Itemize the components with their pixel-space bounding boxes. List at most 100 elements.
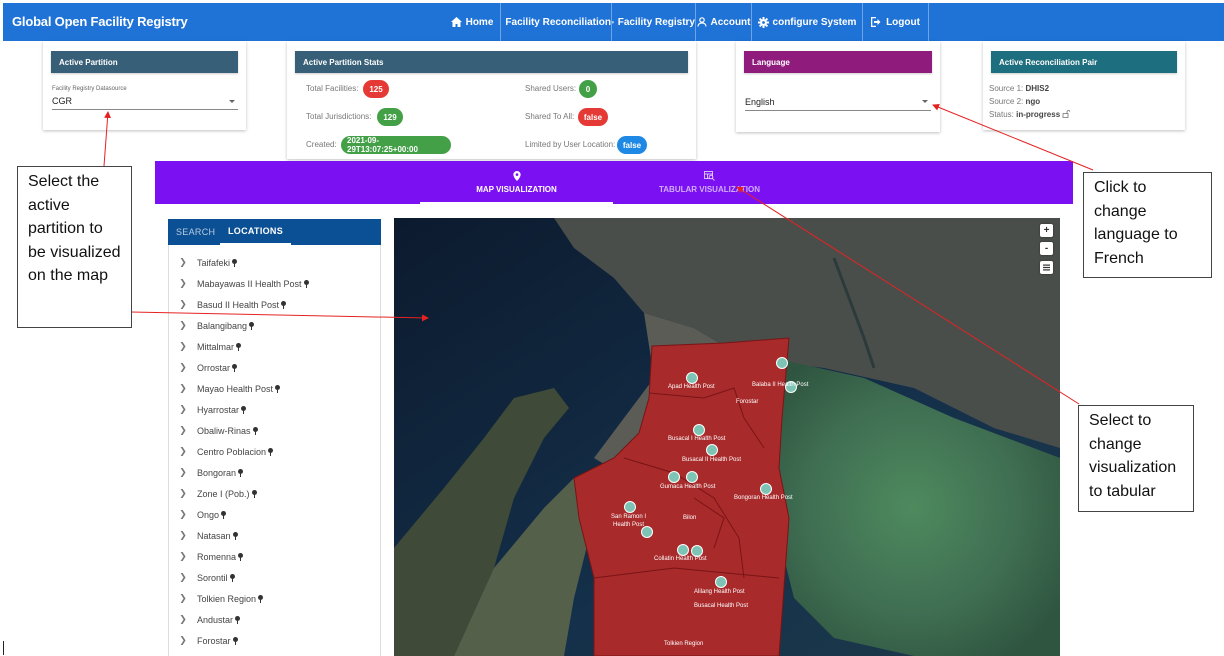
- source1-label: Source 1:: [989, 84, 1024, 93]
- chevron-right-icon[interactable]: ❯: [169, 467, 197, 478]
- nav-facility-registry-label: Facility Registry: [617, 16, 695, 28]
- language-header: Language: [744, 51, 932, 73]
- map-label: Apad Health Post: [668, 384, 715, 390]
- list-item[interactable]: ❯ Zone I (Pob.): [169, 483, 379, 504]
- callout-partition: Select the active partition to be visual…: [17, 166, 132, 328]
- chevron-right-icon[interactable]: ❯: [169, 383, 197, 394]
- source2-value: ngo: [1025, 97, 1041, 106]
- list-item[interactable]: ❯ Ongo: [169, 504, 379, 525]
- map-pin-icon: [238, 468, 244, 477]
- map-pin-icon: [232, 531, 238, 540]
- map-label: San Ramon I: [611, 514, 646, 520]
- chevron-right-icon[interactable]: ❯: [169, 614, 197, 625]
- list-item[interactable]: ❯ Balangibang: [169, 315, 379, 336]
- chevron-right-icon[interactable]: ❯: [169, 509, 197, 520]
- list-item[interactable]: ❯ Mayao Health Post: [169, 378, 379, 399]
- active-tab-indicator: [420, 202, 613, 204]
- map-pin-icon: [232, 258, 238, 267]
- chevron-right-icon[interactable]: ❯: [169, 341, 197, 352]
- list-item[interactable]: ❯ Andustar: [169, 609, 379, 630]
- gear-icon: [757, 16, 769, 28]
- nav-home-label: Home: [465, 16, 494, 28]
- chevron-right-icon[interactable]: ❯: [169, 488, 197, 499]
- nav-logout-button[interactable]: Logout: [862, 3, 929, 41]
- map-pin-icon: [303, 279, 309, 288]
- tab-tabular-visualization[interactable]: TABULAR VISUALIZATION: [613, 161, 806, 204]
- active-partition-card: Active Partition Facility Registry Datas…: [43, 41, 246, 130]
- partition-stats-card: Active Partition Stats Total Facilities:…: [287, 41, 696, 159]
- chevron-right-icon[interactable]: ❯: [169, 446, 197, 457]
- map-pin-icon: [232, 636, 238, 645]
- chevron-right-icon[interactable]: ❯: [169, 404, 197, 415]
- list-item[interactable]: ❯ Romenna: [169, 546, 379, 567]
- chevron-right-icon[interactable]: ❯: [169, 635, 197, 646]
- layers-menu-button[interactable]: [1040, 261, 1053, 274]
- tab-locations[interactable]: LOCATIONS: [220, 219, 292, 245]
- tab-search[interactable]: SEARCH: [176, 219, 215, 245]
- list-item-label: Mayao Health Post: [197, 383, 274, 394]
- tab-map-visualization[interactable]: MAP VISUALIZATION: [420, 161, 613, 204]
- datasource-label: Facility Registry Datasource: [52, 86, 127, 92]
- map-pin-icon: [268, 447, 274, 456]
- chevron-right-icon[interactable]: ❯: [169, 593, 197, 604]
- list-item[interactable]: ❯ Taifafeki: [169, 252, 379, 273]
- chevron-right-icon[interactable]: ❯: [169, 530, 197, 541]
- nav-home-button[interactable]: Home: [444, 3, 500, 41]
- chevron-right-icon[interactable]: ❯: [169, 320, 197, 331]
- location-pin-icon: [612, 20, 614, 24]
- list-item[interactable]: ❯ Hyarrostar: [169, 399, 379, 420]
- location-pin-icon: [512, 171, 521, 181]
- list-item[interactable]: ❯ Natasan: [169, 525, 379, 546]
- list-item-label: Zone I (Pob.): [197, 488, 250, 499]
- tab-tabular-label: TABULAR VISUALIZATION: [658, 185, 761, 194]
- nav-configure-system-button[interactable]: configure System: [751, 3, 862, 41]
- list-item[interactable]: ❯ Forostar: [169, 630, 379, 651]
- location-panel-tabs: SEARCH LOCATIONS: [168, 219, 381, 245]
- list-item[interactable]: ❯ Obaliw-Rinas: [169, 420, 379, 441]
- map-label: Busacal II Health Post: [682, 457, 741, 463]
- unlock-icon[interactable]: [1062, 110, 1071, 118]
- nav-facility-registry-button[interactable]: Facility Registry: [611, 3, 695, 41]
- zoom-out-button[interactable]: -: [1040, 242, 1053, 255]
- list-item[interactable]: ❯ Bongoran: [169, 462, 379, 483]
- tab-map-label: MAP VISUALIZATION: [476, 185, 557, 194]
- created-label: Created:: [306, 140, 337, 149]
- total-jurisdictions-badge: 129: [377, 108, 403, 126]
- total-facilities-badge: 125: [363, 80, 389, 98]
- nav-account-button[interactable]: Account: [695, 3, 751, 41]
- status-row: Status: in-progress: [989, 110, 1071, 119]
- list-item-label: Romenna: [197, 551, 237, 562]
- list-item-label: Forostar: [197, 635, 231, 646]
- list-item[interactable]: ❯ Tolkien Region: [169, 588, 379, 609]
- satellite-map[interactable]: Apad Health Post Balaba II Health Post F…: [394, 218, 1060, 656]
- source2-label: Source 2:: [989, 97, 1024, 106]
- chevron-right-icon[interactable]: ❯: [169, 572, 197, 583]
- list-item[interactable]: ❯ Orrostar: [169, 357, 379, 378]
- map-pin-icon: [275, 384, 281, 393]
- chevron-right-icon[interactable]: ❯: [169, 299, 197, 310]
- chevron-right-icon[interactable]: ❯: [169, 425, 197, 436]
- list-item[interactable]: ❯ Basud II Health Post: [169, 294, 379, 315]
- zoom-in-button[interactable]: +: [1040, 224, 1053, 237]
- map-label: Balaba II Health Post: [752, 382, 809, 388]
- chevron-right-icon[interactable]: ❯: [169, 551, 197, 562]
- list-item[interactable]: ❯ Mittalmar: [169, 336, 379, 357]
- recon-pair-card: Active Reconciliation Pair Source 1: DHI…: [983, 41, 1185, 130]
- chevron-right-icon[interactable]: ❯: [169, 278, 197, 289]
- source1-row: Source 1: DHIS2: [989, 84, 1049, 93]
- nav-logout-label: Logout: [886, 16, 920, 28]
- select-underline: [52, 109, 238, 110]
- list-item[interactable]: ❯ Sorontil: [169, 567, 379, 588]
- map-view[interactable]: Apad Health Post Balaba II Health Post F…: [394, 218, 1060, 656]
- text-cursor: [3, 641, 4, 655]
- menu-icon: [1043, 264, 1050, 271]
- list-item-label: Mittalmar: [197, 341, 235, 352]
- nav-facility-reconciliation-button[interactable]: Facility Reconciliation: [500, 3, 611, 41]
- chevron-right-icon[interactable]: ❯: [169, 257, 197, 268]
- list-item-label: Andustar: [197, 614, 234, 625]
- list-item[interactable]: ❯ Centro Poblacion: [169, 441, 379, 462]
- list-item-label: Obaliw-Rinas: [197, 425, 251, 436]
- chevron-right-icon[interactable]: ❯: [169, 362, 197, 373]
- list-item[interactable]: ❯ Mabayawas II Health Post: [169, 273, 379, 294]
- limited-location-badge: false: [617, 136, 647, 154]
